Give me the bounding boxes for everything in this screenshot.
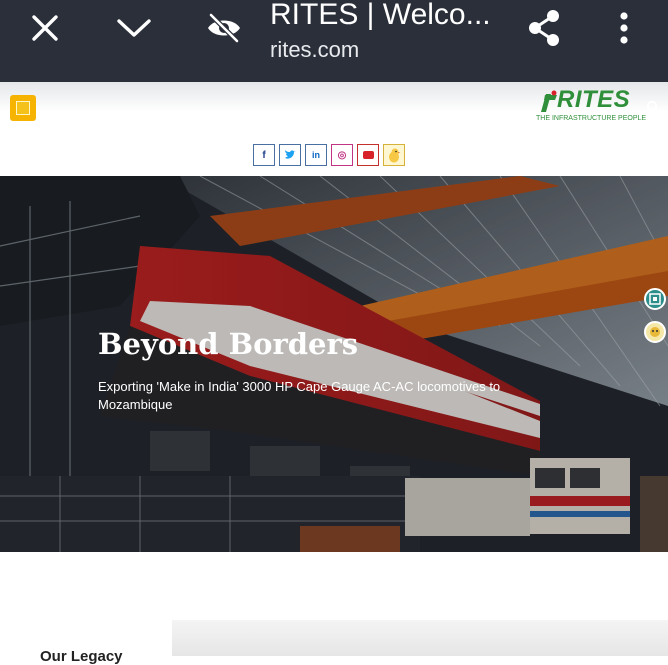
twitter-icon[interactable] — [279, 144, 301, 166]
social-links: f in ◎ — [253, 144, 405, 166]
menu-icon — [16, 101, 30, 115]
linkedin-icon[interactable]: in — [305, 144, 327, 166]
menu-button[interactable] — [10, 95, 36, 121]
content-image-placeholder — [172, 620, 668, 656]
section-heading: Our Legacy — [40, 648, 123, 665]
hero-title: Beyond Borders — [98, 327, 359, 361]
instagram-icon[interactable]: ◎ — [331, 144, 353, 166]
chatbot-icon — [650, 327, 660, 337]
search-icon[interactable] — [646, 100, 660, 114]
accessibility-icon — [649, 293, 661, 305]
page-url[interactable]: rites.com — [270, 36, 359, 64]
eye-off-icon[interactable] — [204, 0, 244, 56]
hero-subtitle: Exporting 'Make in India' 3000 HP Cape G… — [98, 379, 501, 412]
close-icon[interactable] — [26, 0, 64, 56]
site-header: RITES THE INFRASTRUCTURE PEOPLE f in ◎ — [0, 82, 668, 176]
page-title: RITES | Welco... — [270, 0, 491, 31]
facebook-icon[interactable]: f — [253, 144, 275, 166]
koo-icon[interactable] — [383, 144, 405, 166]
more-vert-icon[interactable] — [606, 0, 642, 56]
logo-text: RITES — [557, 86, 631, 113]
hero-banner[interactable]: Beyond Borders Exporting 'Make in India'… — [0, 176, 668, 552]
chatbot-button[interactable] — [644, 321, 666, 343]
hero-image — [0, 176, 668, 552]
youtube-icon[interactable] — [357, 144, 379, 166]
share-icon[interactable] — [524, 0, 564, 56]
accessibility-button[interactable] — [644, 288, 666, 310]
rites-logo[interactable]: RITES THE INFRASTRUCTURE PEOPLE — [535, 86, 653, 126]
logo-mark-icon — [541, 90, 557, 112]
browser-toolbar: RITES | Welco... rites.com — [0, 0, 668, 82]
chevron-down-icon[interactable] — [114, 0, 154, 56]
logo-tagline: THE INFRASTRUCTURE PEOPLE — [536, 115, 647, 122]
